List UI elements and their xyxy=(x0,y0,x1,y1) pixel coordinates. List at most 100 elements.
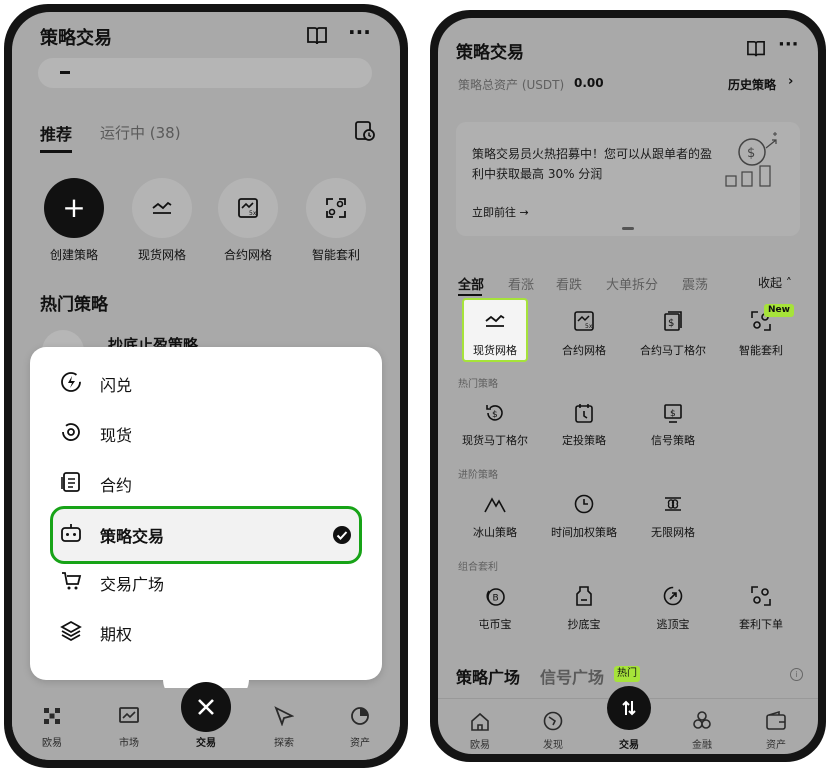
spot-grid-button[interactable] xyxy=(132,178,192,238)
flash-swap-icon xyxy=(61,372,81,392)
plus-icon: + xyxy=(62,191,86,224)
tile-dca-strategy[interactable]: 定投策略 xyxy=(544,432,624,448)
filter-tab-bearish[interactable]: 看跌 xyxy=(556,274,582,293)
discover-icon[interactable] xyxy=(542,710,564,732)
filter-tab-range[interactable]: 震荡 xyxy=(682,274,708,293)
buy-dip-jar-icon xyxy=(576,586,592,606)
tile-futures-grid[interactable]: 合约网格 xyxy=(544,342,624,358)
more-icon[interactable]: ··· xyxy=(778,34,799,55)
okx-logo-icon[interactable] xyxy=(42,706,62,726)
nav-label-assets[interactable]: 资产 xyxy=(340,734,380,749)
tile-coin-hoard[interactable]: 屯币宝 xyxy=(455,616,535,632)
twap-clock-icon xyxy=(574,494,594,514)
market-chart-icon[interactable] xyxy=(118,706,140,726)
tile-spot-martingale[interactable]: 现货马丁格尔 xyxy=(450,432,540,448)
book-icon[interactable] xyxy=(306,26,328,46)
arrow-right-icon: → xyxy=(519,206,529,219)
more-icon[interactable]: ··· xyxy=(348,20,371,44)
quick-label-futures-grid: 合约网格 xyxy=(223,248,272,262)
page-title: 策略交易 xyxy=(40,28,112,49)
section-combo-arbitrage: 组合套利 xyxy=(458,562,498,573)
filter-tab-all[interactable]: 全部 xyxy=(458,274,484,293)
svg-text:$: $ xyxy=(747,146,755,161)
tile-arbitrage-order[interactable]: 套利下单 xyxy=(721,616,801,632)
nav-label-market[interactable]: 市场 xyxy=(109,734,149,749)
banner-text: 策略交易员火热招募中！您可以从跟单者的盈利中获取最高 30% 分润 xyxy=(472,147,713,181)
chevron-up-icon: ˄ xyxy=(785,276,792,290)
tab-strategy-plaza[interactable]: 策略广场 xyxy=(456,664,520,688)
futures-grid-icon: 5x xyxy=(238,198,258,218)
nav-label-home[interactable]: 欧易 xyxy=(460,736,500,751)
info-icon[interactable]: i xyxy=(790,668,803,681)
nav-label-finance[interactable]: 金融 xyxy=(682,736,722,751)
chevron-right-icon[interactable]: › xyxy=(788,74,793,89)
new-badge: New xyxy=(764,304,794,317)
create-strategy-button[interactable]: + xyxy=(44,178,104,238)
quick-label-spot-grid: 现货网格 xyxy=(137,248,186,262)
dca-calendar-icon xyxy=(575,404,593,423)
tab-recommended[interactable]: 推荐 xyxy=(40,121,72,145)
book-icon[interactable] xyxy=(746,40,766,58)
search-bar[interactable] xyxy=(38,58,372,88)
nav-label-trade[interactable]: 交易 xyxy=(186,734,226,749)
filter-tab-underline xyxy=(458,294,482,296)
banner-cta-label: 立即前往 xyxy=(472,206,516,219)
svg-text:5x: 5x xyxy=(249,210,257,217)
money-growth-illustration-icon: $ xyxy=(725,132,777,187)
hot-badge-label: 热门 xyxy=(617,668,637,679)
hot-badge: 热门 xyxy=(614,666,640,682)
layers-icon xyxy=(60,620,82,642)
tile-escape-top[interactable]: 逃顶宝 xyxy=(633,616,713,632)
banner-cta-link[interactable]: 立即前往 → xyxy=(472,204,529,220)
tile-smart-arbitrage[interactable]: 智能套利 xyxy=(721,342,801,358)
close-trade-menu-button[interactable] xyxy=(181,682,231,732)
tile-twap[interactable]: 时间加权策略 xyxy=(539,524,629,540)
home-icon[interactable] xyxy=(470,712,490,732)
finance-icon[interactable] xyxy=(691,710,713,732)
tile-iceberg[interactable]: 冰山策略 xyxy=(455,524,535,540)
futures-grid-button[interactable]: 5x xyxy=(218,178,278,238)
trade-menu-popup: 闪兑 现货 合约 策略交易 交易广场 期权 xyxy=(30,347,382,680)
svg-text:$: $ xyxy=(670,409,676,419)
nav-label-trade[interactable]: 交易 xyxy=(609,736,649,751)
menu-item-options[interactable]: 期权 xyxy=(100,621,132,645)
filter-tab-bullish[interactable]: 看涨 xyxy=(508,274,534,293)
total-assets-value: 0.00 xyxy=(574,76,604,90)
history-clock-icon[interactable] xyxy=(354,120,376,142)
menu-item-flash-swap[interactable]: 闪兑 xyxy=(100,372,132,396)
trade-center-button[interactable] xyxy=(607,686,651,730)
nav-label-discover[interactable]: 发现 xyxy=(533,736,573,751)
tile-spot-grid: 现货网格 xyxy=(473,344,517,357)
tile-futures-martingale[interactable]: 合约马丁格尔 xyxy=(628,342,718,358)
search-dots-icon xyxy=(60,71,70,74)
nav-label-assets[interactable]: 资产 xyxy=(756,736,796,751)
menu-item-strategy-trading[interactable]: 策略交易 xyxy=(100,523,164,547)
tile-infinity-grid[interactable]: 无限网格 xyxy=(633,524,713,540)
escape-top-icon xyxy=(663,586,683,606)
history-strategies-link[interactable]: 历史策略 xyxy=(728,76,776,93)
futures-grid-icon: 5x xyxy=(574,311,594,331)
filter-tab-large-order[interactable]: 大单拆分 xyxy=(606,274,658,293)
iceberg-icon xyxy=(484,497,506,513)
nav-label-explore[interactable]: 探索 xyxy=(264,734,304,749)
collapse-button[interactable]: 收起 ˄ xyxy=(758,274,792,291)
smart-arbitrage-button[interactable] xyxy=(306,178,366,238)
arbitrage-order-icon xyxy=(751,586,771,606)
menu-item-strategy-trading-row[interactable] xyxy=(50,506,362,564)
left-phone-screen: 策略交易 ··· 推荐 运行中 (38) + 5x 创建策略 现货网格 合约网格… xyxy=(12,12,400,760)
svg-text:$: $ xyxy=(492,410,498,420)
signal-strategy-icon: $ xyxy=(664,404,682,423)
tile-buy-dip[interactable]: 抄底宝 xyxy=(544,616,624,632)
spot-icon xyxy=(62,423,80,441)
explore-compass-icon[interactable] xyxy=(274,706,294,726)
nav-label-home[interactable]: 欧易 xyxy=(32,734,72,749)
menu-item-trading-plaza[interactable]: 交易广场 xyxy=(100,571,164,595)
tab-running[interactable]: 运行中 (38) xyxy=(100,122,181,143)
menu-item-spot[interactable]: 现货 xyxy=(100,422,132,446)
menu-item-contract[interactable]: 合约 xyxy=(100,472,132,496)
wallet-icon[interactable] xyxy=(765,711,787,731)
page-title: 策略交易 xyxy=(456,43,524,63)
tile-signal-strategy[interactable]: 信号策略 xyxy=(633,432,713,448)
tab-signal-plaza[interactable]: 信号广场 xyxy=(540,664,604,688)
assets-pie-icon[interactable] xyxy=(350,706,370,726)
